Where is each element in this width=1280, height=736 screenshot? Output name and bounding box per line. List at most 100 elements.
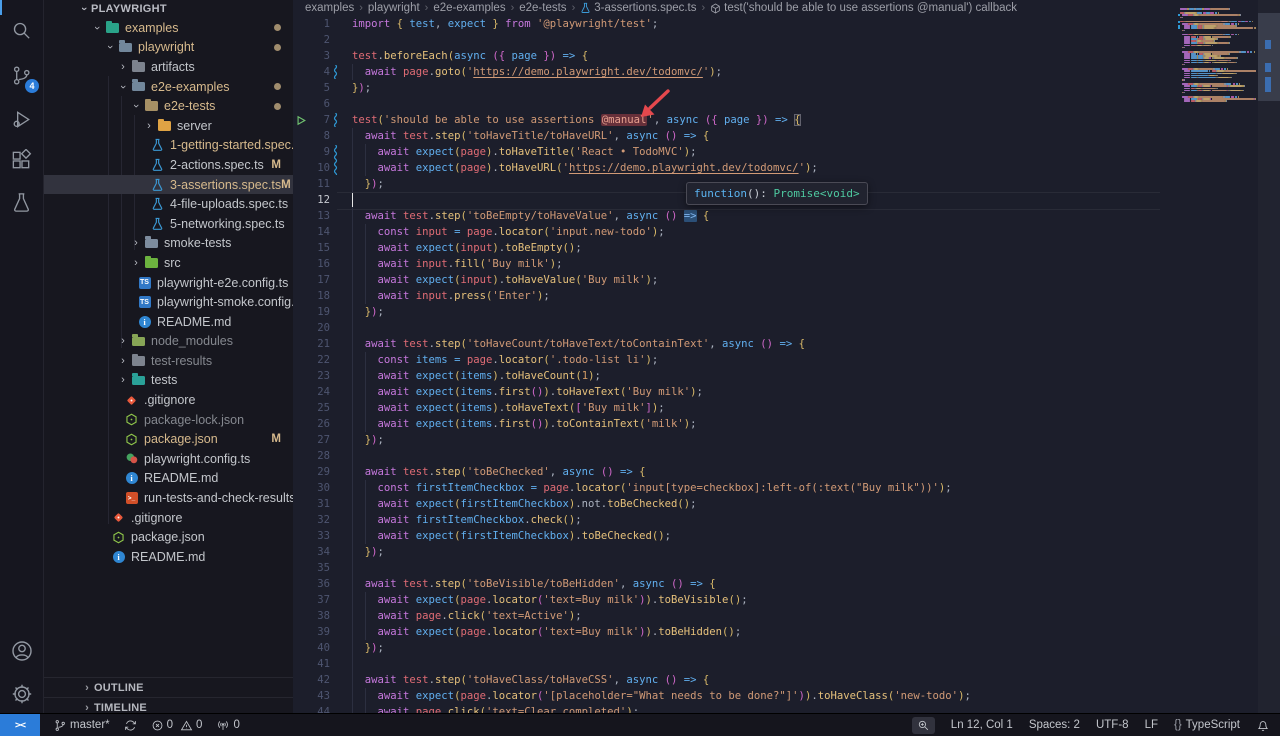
problems-item[interactable]: 0 0 bbox=[151, 719, 203, 732]
tree-item-4-file-uploads-spec-ts[interactable]: 4-file-uploads.spec.ts bbox=[44, 194, 293, 214]
tree-item-e2e-examples[interactable]: ›e2e-examples bbox=[44, 77, 293, 97]
code-line[interactable]: 6 bbox=[293, 96, 1280, 112]
code-line[interactable]: 7test('should be able to use assertions … bbox=[293, 112, 1280, 128]
code-line[interactable]: 22 const items = page.locator('.todo-lis… bbox=[293, 352, 1280, 368]
code-line[interactable]: 5}); bbox=[293, 80, 1280, 96]
gear-icon[interactable] bbox=[0, 674, 43, 714]
outline-section-header[interactable]: › OUTLINE bbox=[44, 677, 293, 697]
explorer-section-header[interactable]: › PLAYWRIGHT bbox=[44, 0, 293, 18]
code-line[interactable]: 26 await expect(items.first()).toContain… bbox=[293, 416, 1280, 432]
tree-item-2-actions-spec-ts[interactable]: 2-actions.spec.tsM bbox=[44, 155, 293, 175]
tree-item-run-tests-and-check-results-sh[interactable]: >_run-tests-and-check-results.sh bbox=[44, 488, 293, 508]
indent-indicator[interactable]: Spaces: 2 bbox=[1029, 719, 1080, 731]
beaker-icon[interactable] bbox=[0, 182, 43, 222]
code-line[interactable]: 9 await expect(page).toHaveTitle('React … bbox=[293, 144, 1280, 160]
code-line[interactable]: 18 await input.press('Enter'); bbox=[293, 288, 1280, 304]
code-line[interactable]: 21 await test.step('toHaveCount/toHaveTe… bbox=[293, 336, 1280, 352]
tree-item-e2e-tests[interactable]: ›e2e-tests bbox=[44, 96, 293, 116]
editor-pane[interactable]: examples›playwright›e2e-examples›e2e-tes… bbox=[293, 0, 1280, 713]
code-line[interactable]: 40 }); bbox=[293, 640, 1280, 656]
tree-item--gitignore[interactable]: .gitignore bbox=[44, 508, 293, 528]
tree-item-playwright-config-ts[interactable]: playwright.config.ts bbox=[44, 449, 293, 469]
code-line[interactable]: 3test.beforeEach(async ({ page }) => { bbox=[293, 48, 1280, 64]
account-icon[interactable] bbox=[0, 631, 43, 671]
code-line[interactable]: 16 await input.fill('Buy milk'); bbox=[293, 256, 1280, 272]
source-control-icon[interactable]: 4 bbox=[0, 55, 43, 95]
code-line[interactable]: 39 await expect(page.locator('text=Buy m… bbox=[293, 624, 1280, 640]
tree-item-artifacts[interactable]: ›artifacts bbox=[44, 57, 293, 77]
gutter-modified-marker[interactable] bbox=[333, 65, 338, 79]
code-line[interactable]: 13 await test.step('toBeEmpty/toHaveValu… bbox=[293, 208, 1280, 224]
code-line[interactable]: 32 await firstItemCheckbox.check(); bbox=[293, 512, 1280, 528]
gutter-modified-marker[interactable] bbox=[333, 113, 338, 127]
bell-icon[interactable] bbox=[1256, 718, 1270, 732]
tree-item-package-json[interactable]: package.jsonM bbox=[44, 429, 293, 449]
tree-item-3-assertions-spec-ts[interactable]: 3-assertions.spec.tsM bbox=[44, 175, 293, 195]
code-line[interactable]: 37 await expect(page.locator('text=Buy m… bbox=[293, 592, 1280, 608]
code-line[interactable]: 42 await test.step('toHaveClass/toHaveCS… bbox=[293, 672, 1280, 688]
code-line[interactable]: 43 await expect(page.locator('[placehold… bbox=[293, 688, 1280, 704]
code-line[interactable]: 29 await test.step('toBeChecked', async … bbox=[293, 464, 1280, 480]
extensions-icon[interactable] bbox=[0, 140, 43, 180]
tree-item-package-json[interactable]: package.json bbox=[44, 527, 293, 547]
code-line[interactable]: 25 await expect(items).toHaveText(['Buy … bbox=[293, 400, 1280, 416]
zoom-button[interactable] bbox=[912, 717, 935, 734]
search-icon[interactable] bbox=[0, 10, 43, 50]
code-line[interactable]: 24 await expect(items.first()).toHaveTex… bbox=[293, 384, 1280, 400]
tree-item-playwright-smoke-config-ts[interactable]: TSplaywright-smoke.config.ts bbox=[44, 292, 293, 312]
tree-item-5-networking-spec-ts[interactable]: 5-networking.spec.ts bbox=[44, 214, 293, 234]
git-branch-item[interactable]: master* bbox=[54, 719, 110, 732]
tree-item--gitignore[interactable]: .gitignore bbox=[44, 390, 293, 410]
tree-item-readme-md[interactable]: iREADME.md bbox=[44, 312, 293, 332]
code-line[interactable]: 2 bbox=[293, 32, 1280, 48]
code-line[interactable]: 34 }); bbox=[293, 544, 1280, 560]
code-line[interactable]: 20 bbox=[293, 320, 1280, 336]
tree-item-readme-md[interactable]: iREADME.md bbox=[44, 469, 293, 489]
sync-button[interactable] bbox=[124, 719, 137, 732]
tree-item-examples[interactable]: ›examples bbox=[44, 18, 293, 38]
code-line[interactable]: 10 await expect(page).toHaveURL('https:/… bbox=[293, 160, 1280, 176]
tree-item-src[interactable]: ›src bbox=[44, 253, 293, 273]
code-line[interactable]: 28 bbox=[293, 448, 1280, 464]
minimap[interactable] bbox=[1178, 0, 1256, 713]
tree-item-tests[interactable]: ›tests bbox=[44, 371, 293, 391]
gutter-modified-marker[interactable] bbox=[333, 145, 338, 175]
code-line[interactable]: 41 bbox=[293, 656, 1280, 672]
code-area[interactable]: 1import { test, expect } from '@playwrig… bbox=[293, 0, 1280, 713]
encoding-indicator[interactable]: UTF-8 bbox=[1096, 719, 1129, 731]
language-indicator[interactable]: {}TypeScript bbox=[1174, 719, 1240, 731]
code-line[interactable]: 8 await test.step('toHaveTitle/toHaveURL… bbox=[293, 128, 1280, 144]
code-line[interactable]: 44 await page.click('text=Clear complete… bbox=[293, 704, 1280, 713]
debug-icon[interactable] bbox=[0, 99, 43, 139]
tree-item-1-getting-started-spec-ts[interactable]: 1-getting-started.spec.tsM bbox=[44, 136, 293, 156]
ports-item[interactable]: 0 bbox=[216, 719, 239, 732]
code-line[interactable]: 36 await test.step('toBeVisible/toBeHidd… bbox=[293, 576, 1280, 592]
tree-item-smoke-tests[interactable]: ›smoke-tests bbox=[44, 234, 293, 254]
code-line[interactable]: 19 }); bbox=[293, 304, 1280, 320]
eol-indicator[interactable]: LF bbox=[1145, 719, 1158, 731]
code-line[interactable]: 33 await expect(firstItemCheckbox).toBeC… bbox=[293, 528, 1280, 544]
code-line[interactable]: 15 await expect(input).toBeEmpty(); bbox=[293, 240, 1280, 256]
code-line[interactable]: 38 await page.click('text=Active'); bbox=[293, 608, 1280, 624]
tree-item-playwright[interactable]: ›playwright bbox=[44, 38, 293, 58]
tree-item-server[interactable]: ›server bbox=[44, 116, 293, 136]
line-col-indicator[interactable]: Ln 12, Col 1 bbox=[951, 719, 1013, 731]
code-line[interactable]: 27 }); bbox=[293, 432, 1280, 448]
run-test-button[interactable] bbox=[296, 112, 308, 128]
scrollbar-track[interactable] bbox=[1258, 0, 1280, 713]
code-line[interactable]: 31 await expect(firstItemCheckbox).not.t… bbox=[293, 496, 1280, 512]
tree-item-node-modules[interactable]: ›node_modules bbox=[44, 332, 293, 352]
remote-indicator[interactable]: >< bbox=[0, 714, 40, 736]
code-line[interactable]: 17 await expect(input).toHaveValue('Buy … bbox=[293, 272, 1280, 288]
code-line[interactable]: 14 const input = page.locator('input.new… bbox=[293, 224, 1280, 240]
code-line[interactable]: 35 bbox=[293, 560, 1280, 576]
tree-item-package-lock-json[interactable]: package-lock.json bbox=[44, 410, 293, 430]
timeline-section-header[interactable]: › TIMELINE bbox=[44, 697, 293, 713]
tree-item-readme-md[interactable]: iREADME.md bbox=[44, 547, 293, 567]
code-line[interactable]: 1import { test, expect } from '@playwrig… bbox=[293, 16, 1280, 32]
tree-item-playwright-e2e-config-ts[interactable]: TSplaywright-e2e.config.ts bbox=[44, 273, 293, 293]
code-line[interactable]: 23 await expect(items).toHaveCount(1); bbox=[293, 368, 1280, 384]
code-line[interactable]: 4 await page.goto('https://demo.playwrig… bbox=[293, 64, 1280, 80]
tree-item-test-results[interactable]: ›test-results bbox=[44, 351, 293, 371]
code-line[interactable]: 30 const firstItemCheckbox = page.locato… bbox=[293, 480, 1280, 496]
